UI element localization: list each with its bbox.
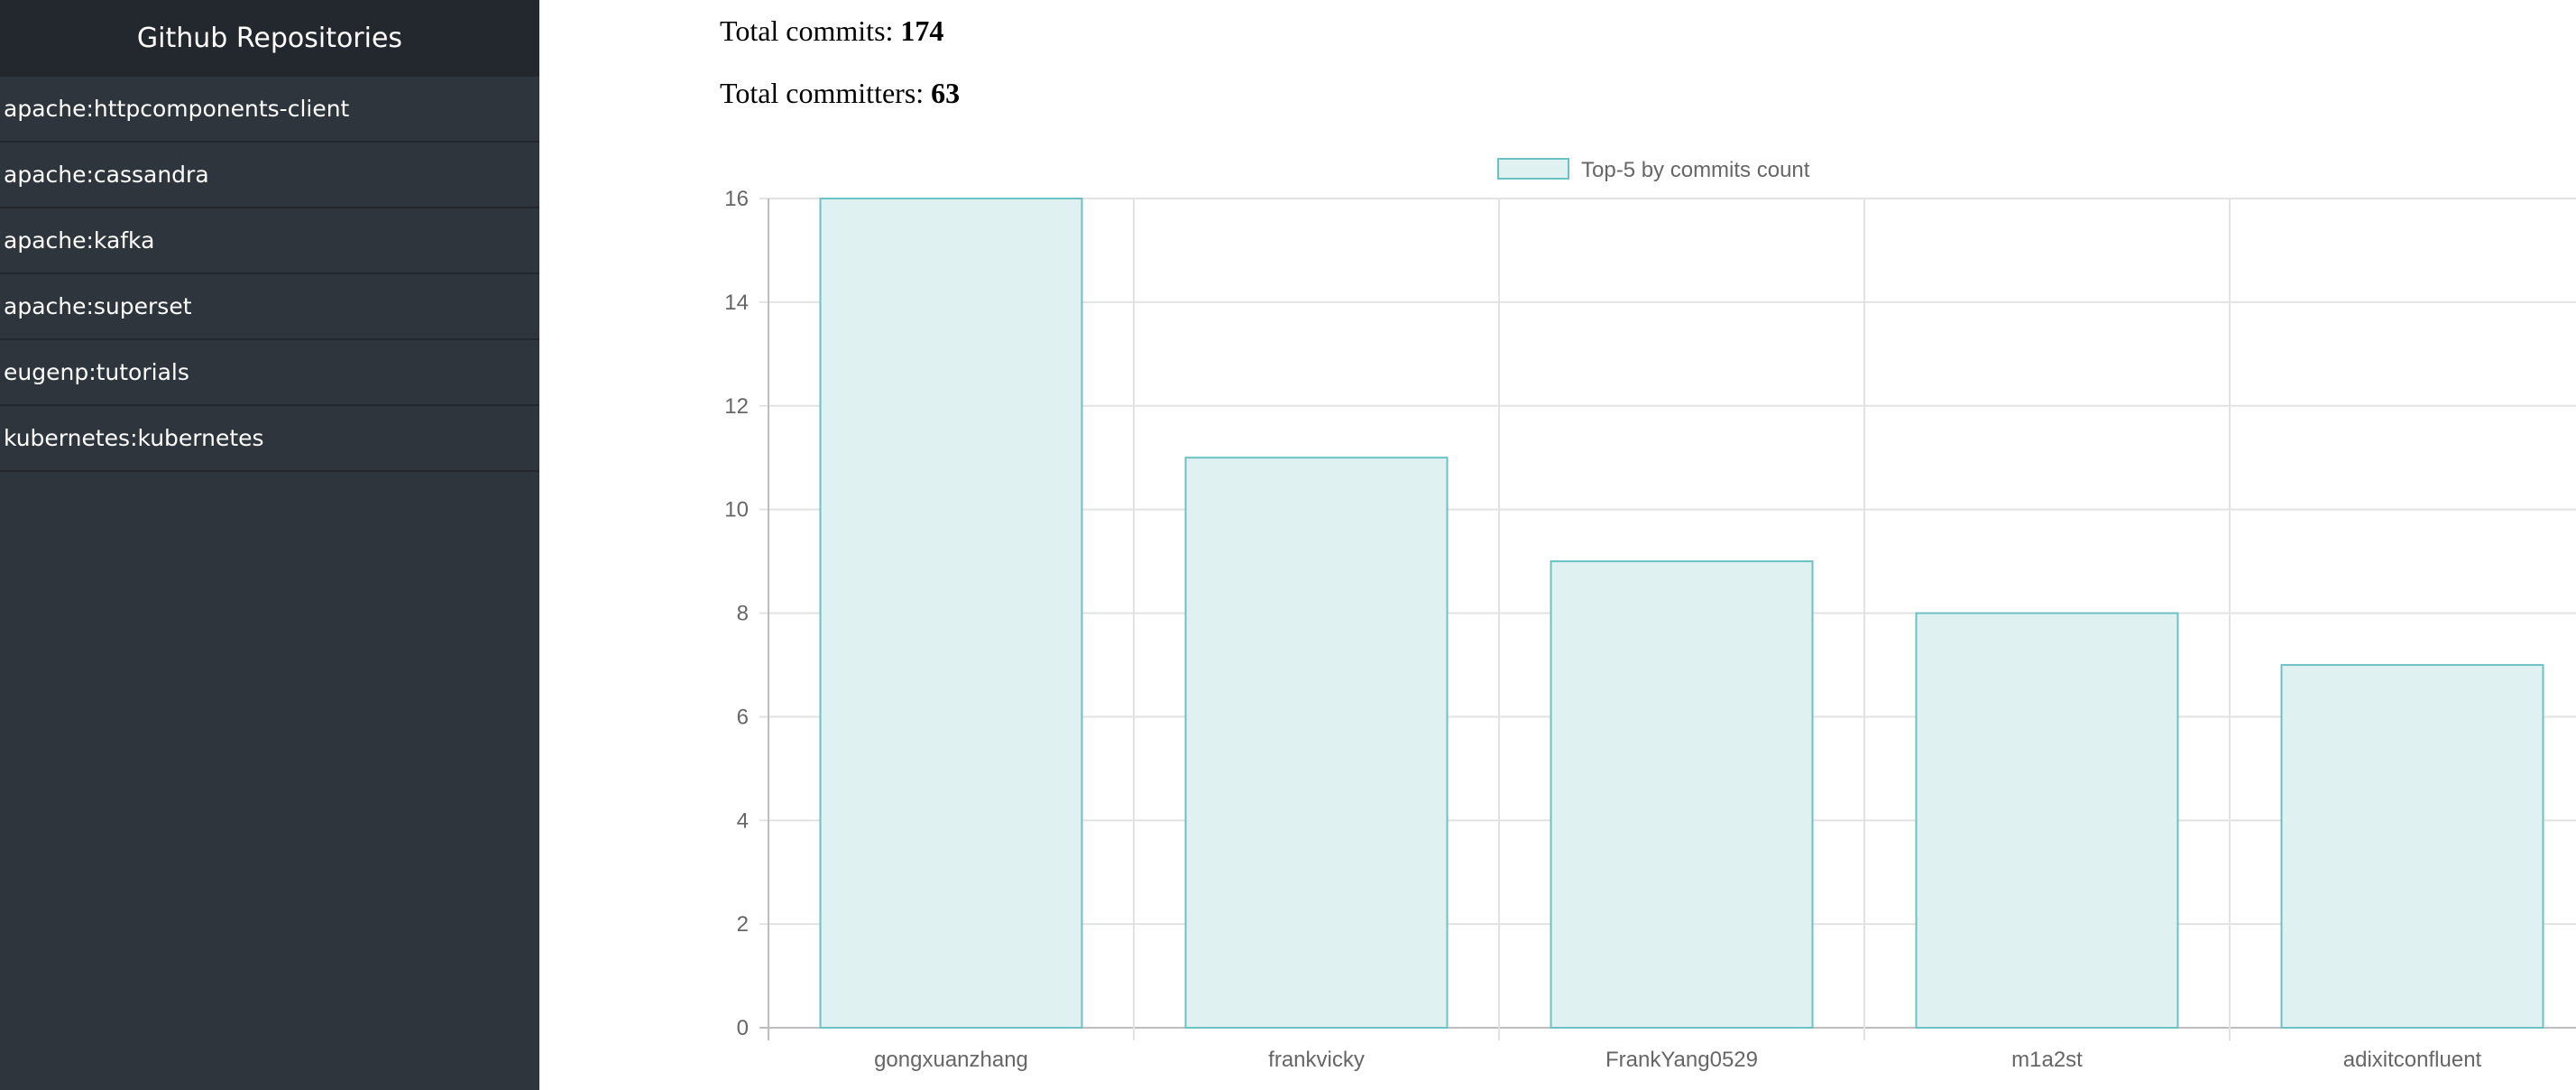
y-tick-label: 4: [737, 808, 749, 833]
y-tick-label: 8: [737, 602, 749, 626]
repo-item-cassandra[interactable]: apache:cassandra: [0, 143, 539, 208]
legend-swatch: [1497, 158, 1569, 180]
bar-frankyang0529: [1550, 560, 1814, 1029]
sidebar-title: Github Repositories: [0, 0, 539, 77]
x-tick-label: frankvicky: [1268, 1048, 1365, 1072]
x-tick-label: gongxuanzhang: [874, 1048, 1028, 1072]
main-content: Total commits: 174 Total committers: 63 …: [539, 0, 2576, 1090]
bar-m1a2st: [1915, 612, 2179, 1029]
x-tick-label: m1a2st: [2011, 1048, 2083, 1072]
repo-item-httpcomponents-client[interactable]: apache:httpcomponents-client: [0, 77, 539, 143]
repo-item-superset[interactable]: apache:superset: [0, 274, 539, 340]
repo-item-kafka[interactable]: apache:kafka: [0, 208, 539, 274]
y-tick-label: 0: [737, 1016, 749, 1040]
sidebar: Github Repositories apache:httpcomponent…: [0, 0, 539, 1090]
y-tick-label: 10: [724, 498, 749, 522]
legend-label: Top-5 by commits count: [1581, 158, 1810, 182]
y-tick-label: 14: [724, 291, 749, 315]
repository-list: apache:httpcomponents-client apache:cass…: [0, 77, 539, 472]
bar-frankvicky: [1184, 457, 1449, 1029]
repo-item-kubernetes[interactable]: kubernetes:kubernetes: [0, 406, 539, 472]
y-tick-label: 12: [724, 394, 749, 419]
commits-bar-chart: 0 2 4 6 8 10 12 14 16 gongxuanzhang frankvicky Fran…: [724, 158, 2576, 1072]
bar-gongxuanzhang: [819, 198, 1083, 1029]
x-tick-label: adixitconfluent: [2343, 1048, 2482, 1072]
repo-item-tutorials[interactable]: eugenp:tutorials: [0, 340, 539, 406]
y-tick-label: 2: [737, 912, 749, 937]
y-tick-label: 6: [737, 705, 749, 729]
bar-adixitconfluent: [2280, 663, 2544, 1029]
y-tick-label: 16: [724, 187, 749, 211]
x-tick-label: FrankYang0529: [1605, 1048, 1758, 1072]
